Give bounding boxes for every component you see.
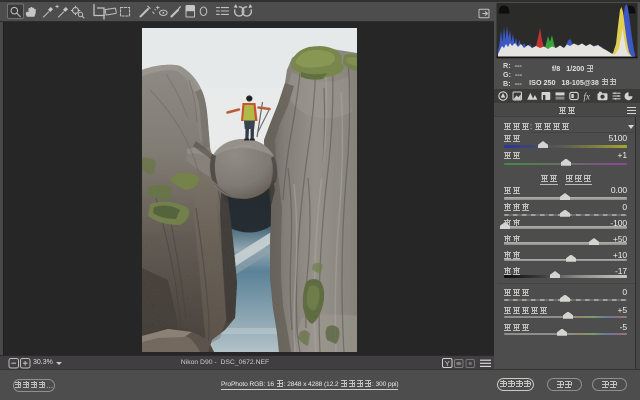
svg-text:fx: fx	[584, 91, 591, 101]
svg-text:Y: Y	[445, 359, 450, 368]
